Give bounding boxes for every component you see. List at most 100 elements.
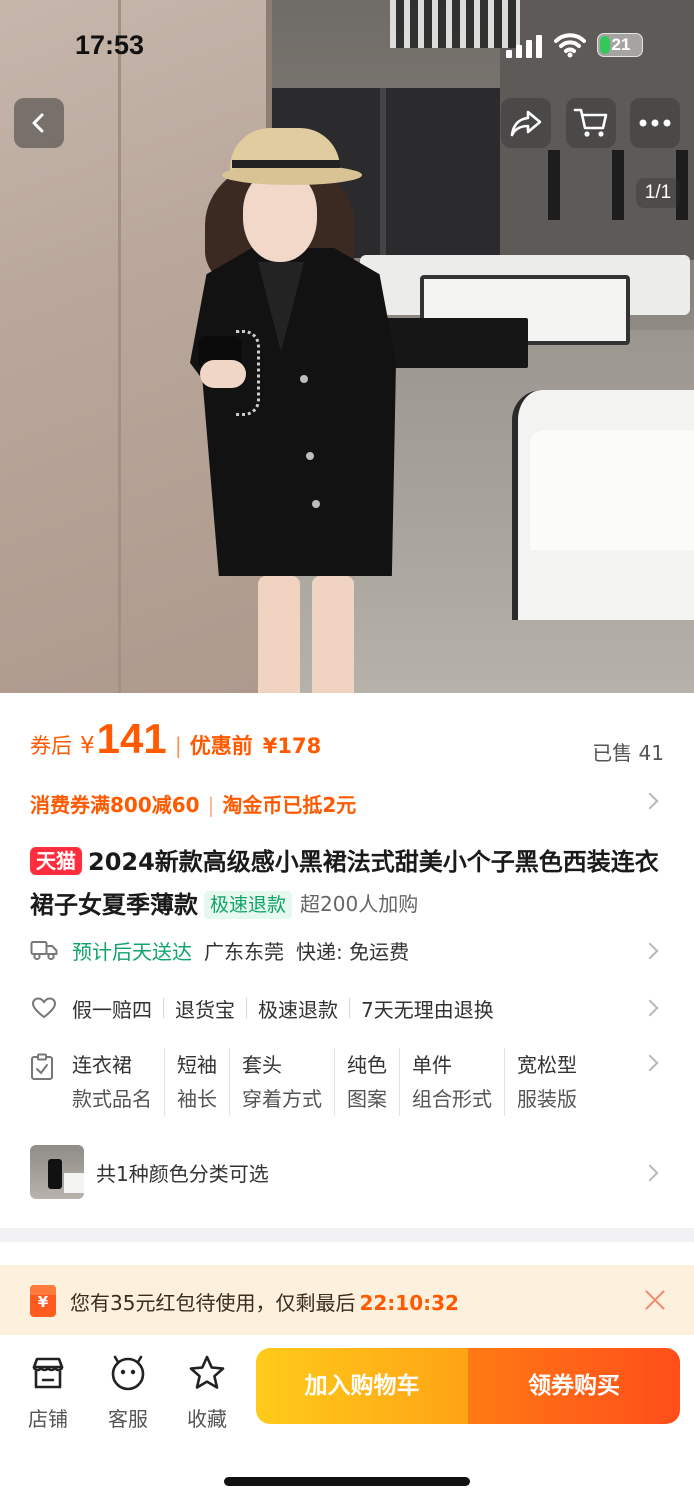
star-icon: [189, 1355, 225, 1389]
model-figure: [232, 160, 340, 168]
product-info-panel: 券后 ¥ 141 | 优惠前 ¥178 已售 41 消费券满800减60 | 淘金币…: [0, 693, 694, 1228]
image-decor: [612, 150, 624, 220]
image-page-indicator: 1/1: [636, 178, 680, 208]
attribute-item: 连衣裙 款式品名: [72, 1048, 165, 1116]
close-icon[interactable]: [642, 1287, 668, 1313]
shipping-fee: 快递: 免运费: [296, 939, 410, 964]
tmall-badge: 天猫: [30, 847, 82, 875]
attribute-value: 连衣裙: [72, 1053, 132, 1077]
before-discount-label: 优惠前: [189, 734, 253, 758]
bottom-action-bar: 店铺 客服 收藏 加入购物车 领券购买: [0, 1335, 694, 1500]
coupon-row[interactable]: 消费券满800减60 | 淘金币已抵2元: [30, 789, 356, 818]
after-coupon-price: 141: [96, 715, 167, 762]
attribute-item: 纯色 图案: [347, 1048, 400, 1116]
more-button[interactable]: [630, 98, 680, 148]
image-decor: [548, 150, 560, 220]
attribute-key: 图案: [347, 1087, 387, 1111]
cellular-signal-icon: [506, 34, 544, 58]
model-figure: [312, 500, 320, 508]
sku-options-text: 共1种颜色分类可选: [96, 1161, 269, 1186]
chevron-right-icon[interactable]: [641, 1054, 659, 1072]
price-divider: |: [174, 734, 182, 758]
chevron-right-icon[interactable]: [641, 942, 659, 960]
thumb-decor: [64, 1173, 84, 1193]
after-coupon-label: 券后: [30, 734, 72, 758]
customer-service-button[interactable]: 客服: [98, 1353, 158, 1432]
image-decor: [380, 88, 386, 258]
chat-face-icon: [111, 1355, 145, 1391]
attribute-value: 纯色: [347, 1053, 387, 1077]
coupon-divider: |: [207, 793, 215, 817]
attribute-value: 宽松型: [517, 1053, 577, 1077]
attribute-key: 服装版: [517, 1087, 577, 1111]
service-label: 客服: [108, 1407, 148, 1431]
model-figure: [258, 576, 300, 693]
store-icon: [32, 1357, 64, 1389]
heart-icon: [30, 994, 58, 1022]
battery-icon: 21: [597, 33, 643, 57]
model-figure: [200, 360, 246, 388]
model-figure: [312, 576, 354, 693]
shop-button[interactable]: 店铺: [18, 1353, 78, 1432]
attribute-item: 套头 穿着方式: [242, 1048, 335, 1116]
favorite-label: 收藏: [187, 1407, 227, 1431]
attribute-item: 单件 组合形式: [412, 1048, 505, 1116]
service-guarantees-row[interactable]: 假一赔四 退货宝 极速退款 7天无理由退换: [30, 988, 494, 1028]
attribute-item: 宽松型 服装版: [517, 1048, 589, 1116]
delivery-row[interactable]: 预计后天送达 广东东莞 快递: 免运费: [30, 930, 409, 970]
thumb-decor: [48, 1159, 62, 1189]
price-row: 券后 ¥ 141 | 优惠前 ¥178: [30, 715, 321, 767]
model-figure: [300, 375, 308, 383]
share-button[interactable]: [501, 98, 551, 148]
chevron-right-icon[interactable]: [641, 1164, 659, 1182]
sku-selector-row[interactable]: 共1种颜色分类可选: [30, 1145, 269, 1199]
section-divider: [0, 1228, 694, 1242]
attribute-value: 单件: [412, 1053, 452, 1077]
coin-offer: 淘金币已抵2元: [222, 793, 357, 817]
chevron-right-icon[interactable]: [641, 792, 659, 810]
home-indicator: [224, 1477, 470, 1486]
image-decor: [530, 430, 694, 550]
share-icon: [510, 110, 542, 137]
sold-count: 已售 41: [592, 741, 664, 765]
red-packet-banner[interactable]: ¥ 您有35元红包待使用，仅剩最后 22:10:32: [0, 1265, 694, 1335]
red-packet-text-wrapper: 您有35元红包待使用，仅剩最后 22:10:32: [70, 1287, 459, 1316]
before-discount-price: ¥178: [262, 734, 322, 758]
ship-origin: 广东东莞: [204, 939, 284, 964]
back-button[interactable]: [14, 98, 64, 148]
model-figure: [222, 165, 362, 185]
status-bar: 17:53 21: [0, 0, 694, 90]
attribute-value: 套头: [242, 1053, 282, 1077]
chevron-right-icon[interactable]: [641, 999, 659, 1017]
fast-refund-tag: 极速退款: [204, 891, 293, 919]
currency-symbol: ¥: [80, 733, 95, 759]
chevron-left-icon: [32, 113, 44, 133]
wifi-icon: [554, 33, 586, 58]
cart-count-tag: 超200人加购: [300, 892, 419, 916]
attribute-key: 袖长: [177, 1087, 217, 1111]
status-time: 17:53: [75, 30, 145, 60]
sku-thumbnail: [30, 1145, 84, 1199]
image-decor: [378, 318, 528, 368]
cart-button[interactable]: [566, 98, 616, 148]
product-attributes[interactable]: 连衣裙 款式品名 短袖 袖长 套头 穿着方式 纯色 图案 单件 组合形式 宽松型…: [72, 1048, 601, 1116]
shopping-cart-icon: [573, 108, 608, 137]
truck-icon: [30, 936, 58, 964]
delivery-eta: 预计后天送达: [72, 939, 192, 964]
add-to-cart-button[interactable]: 加入购物车: [256, 1348, 468, 1424]
red-packet-countdown: 22:10:32: [359, 1291, 459, 1315]
attribute-value: 短袖: [177, 1053, 217, 1077]
service-divider: [349, 998, 350, 1018]
attribute-key: 款式品名: [72, 1087, 152, 1111]
product-title: 天猫 2024新款高级感小黑裙法式甜美小个子黑色西装连衣裙子女夏季薄款 极速退款 超2…: [30, 841, 670, 926]
shop-label: 店铺: [28, 1407, 68, 1431]
attribute-key: 组合形式: [412, 1087, 492, 1111]
image-decor: [118, 0, 121, 693]
service-item: 极速退款: [258, 997, 338, 1022]
service-item: 退货宝: [175, 997, 235, 1022]
more-dots-icon: [639, 119, 671, 127]
favorite-button[interactable]: 收藏: [177, 1353, 237, 1432]
attribute-key: 穿着方式: [242, 1087, 322, 1111]
service-item: 假一赔四: [72, 997, 152, 1022]
buy-with-coupon-button[interactable]: 领券购买: [468, 1348, 680, 1424]
